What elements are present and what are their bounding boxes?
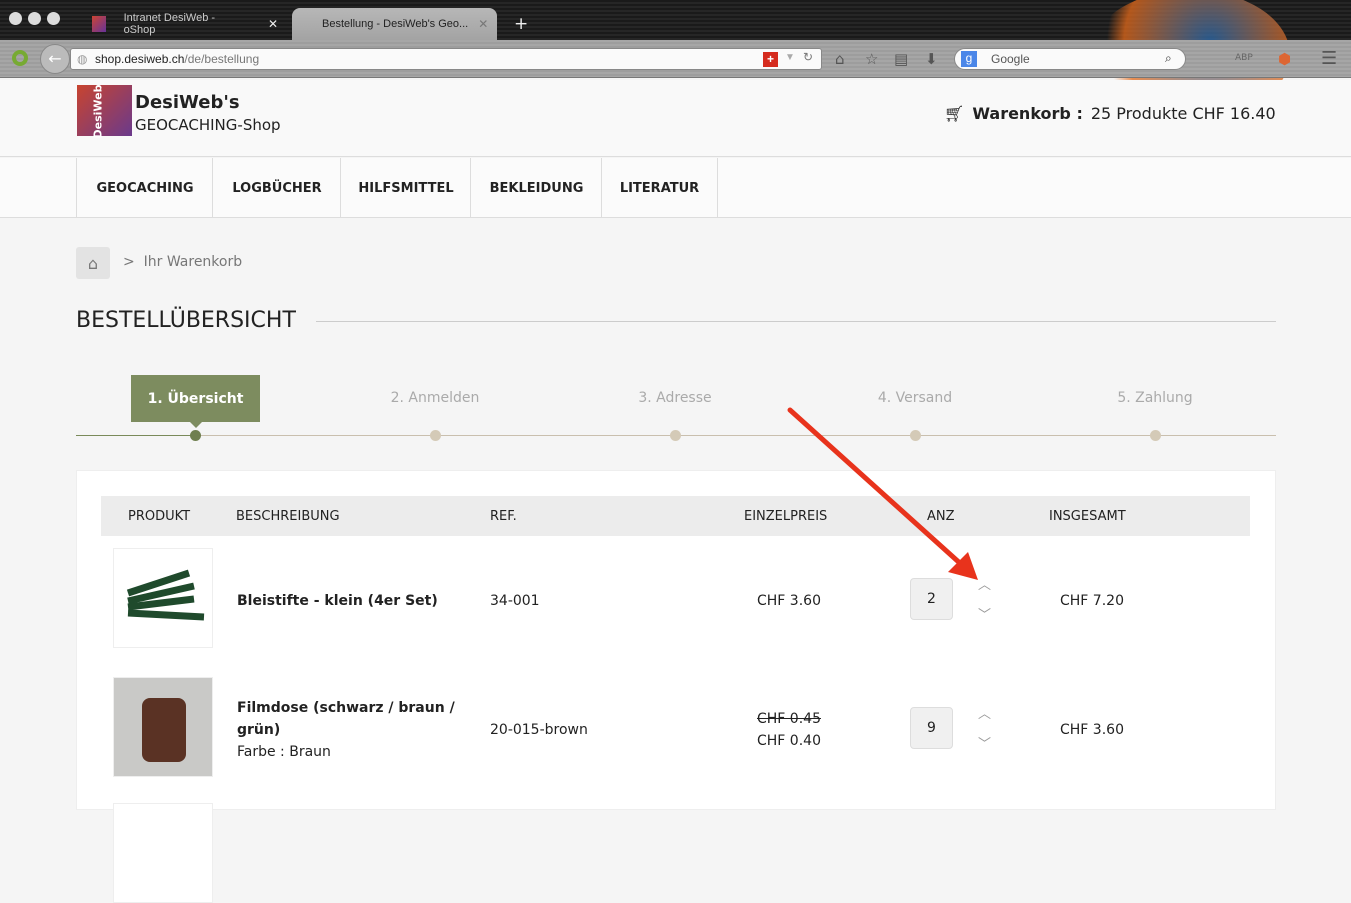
close-tab-icon[interactable]: ✕ [268,17,278,31]
old-price: CHF 0.45 [757,711,821,727]
quantity-input[interactable]: 9 [910,707,953,749]
nav-logbuecher[interactable]: LOGBÜCHER [212,158,341,218]
google-engine-icon[interactable]: g [961,51,977,67]
home-icon[interactable]: ⌂ [835,50,845,68]
site-logo[interactable]: DesiWeb [77,85,132,139]
step-pointer [190,422,202,428]
browser-toolbar: ← shop.desiweb.ch/de/bestellung ◍ + ▼ ↻ … [0,40,1351,78]
step-versand[interactable]: 4. Versand [815,390,1015,406]
zoom-window-button[interactable] [47,12,60,25]
globe-icon: ◍ [77,52,88,66]
dropdown-icon[interactable]: ▼ [785,52,795,63]
adblock-icon[interactable]: ABP [1235,53,1253,63]
addon-icon[interactable]: ⬢ [1278,50,1291,68]
browser-tab-active[interactable]: Bestellung - DesiWeb's Geo... ✕ [292,8,497,40]
tab-title: Intranet DesiWeb - oShop [123,12,216,36]
new-tab-button[interactable]: + [514,14,528,34]
progress-line-active [76,435,196,436]
close-tab-icon[interactable]: ✕ [478,17,488,31]
step-uebersicht[interactable]: 1. Übersicht [131,375,260,422]
column-header: REF. [490,509,517,524]
column-header: PRODUKT [128,509,191,524]
bookmarks-list-icon[interactable]: ▤ [894,50,908,68]
url-bar[interactable]: shop.desiweb.ch/de/bestellung ◍ + ▼ ↻ [70,48,822,70]
nav-hilfsmittel[interactable]: HILFSMITTEL [340,158,471,218]
product-image[interactable] [113,677,213,777]
column-header: BESCHREIBUNG [236,509,340,524]
product-image[interactable] [113,548,213,648]
download-icon[interactable]: ⬇ [925,50,938,68]
increase-quantity-icon[interactable]: ︿ [978,703,991,722]
page-title: BESTELLÜBERSICHT [76,308,296,333]
step-dot [190,430,201,441]
column-header: ANZ [927,509,955,524]
back-button[interactable]: ← [40,44,70,74]
menu-icon[interactable]: ☰ [1321,48,1337,69]
tab-title: Bestellung - DesiWeb's Geo... [322,18,469,30]
product-image[interactable] [113,803,213,903]
browser-tab-bar: Intranet DesiWeb - oShop ✕ Bestellung - … [0,0,1351,120]
bookmark-star-icon[interactable]: ☆ [865,50,878,68]
product-ref: 20-015-brown [490,722,588,738]
product-name[interactable]: Filmdose (schwarz / braun / grün) [237,697,457,741]
site-header: DesiWeb DesiWeb's GEOCACHING-Shop 🛒︎ War… [0,80,1351,157]
url-path: /de/bestellung [184,52,260,66]
step-dot [670,430,681,441]
favicon-icon [92,16,106,32]
step-dot [910,430,921,441]
row-total: CHF 3.60 [1060,722,1124,738]
main-nav: GEOCACHING LOGBÜCHER HILFSMITTEL BEKLEID… [0,158,1351,218]
step-zahlung[interactable]: 5. Zahlung [1055,390,1255,406]
nav-literatur[interactable]: LITERATUR [601,158,718,218]
product-variant: Farbe : Braun [237,744,331,760]
brand-subtitle[interactable]: GEOCACHING-Shop [135,116,281,134]
swiss-flag-icon: + [763,52,778,67]
cart-icon: 🛒︎ [944,104,965,123]
decrease-quantity-icon[interactable]: ﹀ [978,604,991,623]
step-anmelden[interactable]: 2. Anmelden [335,390,535,406]
step-adresse[interactable]: 3. Adresse [575,390,775,406]
row-total: CHF 7.20 [1060,593,1124,609]
pencils-image [126,569,205,621]
brand-name[interactable]: DesiWeb's [135,92,240,113]
column-header: EINZELPREIS [744,509,828,524]
nav-bekleidung[interactable]: BEKLEIDUNG [470,158,602,218]
film-canister-image [142,698,186,762]
column-header: INSGESAMT [1049,509,1126,524]
breadcrumb-home-button[interactable]: ⌂ [76,247,110,279]
cart-summary-text: 25 Produkte CHF 16.40 [1090,104,1276,123]
addon-icon[interactable] [12,50,28,66]
cart-summary[interactable]: 🛒︎ Warenkorb : 25 Produkte CHF 16.40 [944,104,1276,123]
cart-label: Warenkorb : [972,104,1083,123]
close-window-button[interactable] [9,12,22,25]
increase-quantity-icon[interactable]: ︿ [978,574,991,593]
browser-tab[interactable]: Intranet DesiWeb - oShop ✕ [80,8,290,40]
minimize-window-button[interactable] [28,12,41,25]
product-name[interactable]: Bleistifte - klein (4er Set) [237,590,457,612]
unit-price: CHF 0.40 [757,733,821,749]
step-dot [430,430,441,441]
nav-geocaching[interactable]: GEOCACHING [76,158,213,218]
breadcrumb: > Ihr Warenkorb [123,254,243,270]
step-dot [1150,430,1161,441]
url-domain: shop.desiweb.ch [95,52,185,66]
search-bar[interactable]: Google g ⌕ [954,48,1186,70]
search-placeholder: Google [991,52,1030,66]
reload-icon[interactable]: ↻ [803,50,813,64]
breadcrumb-current: Ihr Warenkorb [143,254,243,270]
unit-price: CHF 3.60 [757,593,821,609]
quantity-input[interactable]: 2 [910,578,953,620]
product-ref: 34-001 [490,593,540,609]
decrease-quantity-icon[interactable]: ﹀ [978,733,991,752]
search-icon[interactable]: ⌕ [1165,51,1172,66]
divider [316,321,1276,322]
home-icon: ⌂ [87,253,99,273]
